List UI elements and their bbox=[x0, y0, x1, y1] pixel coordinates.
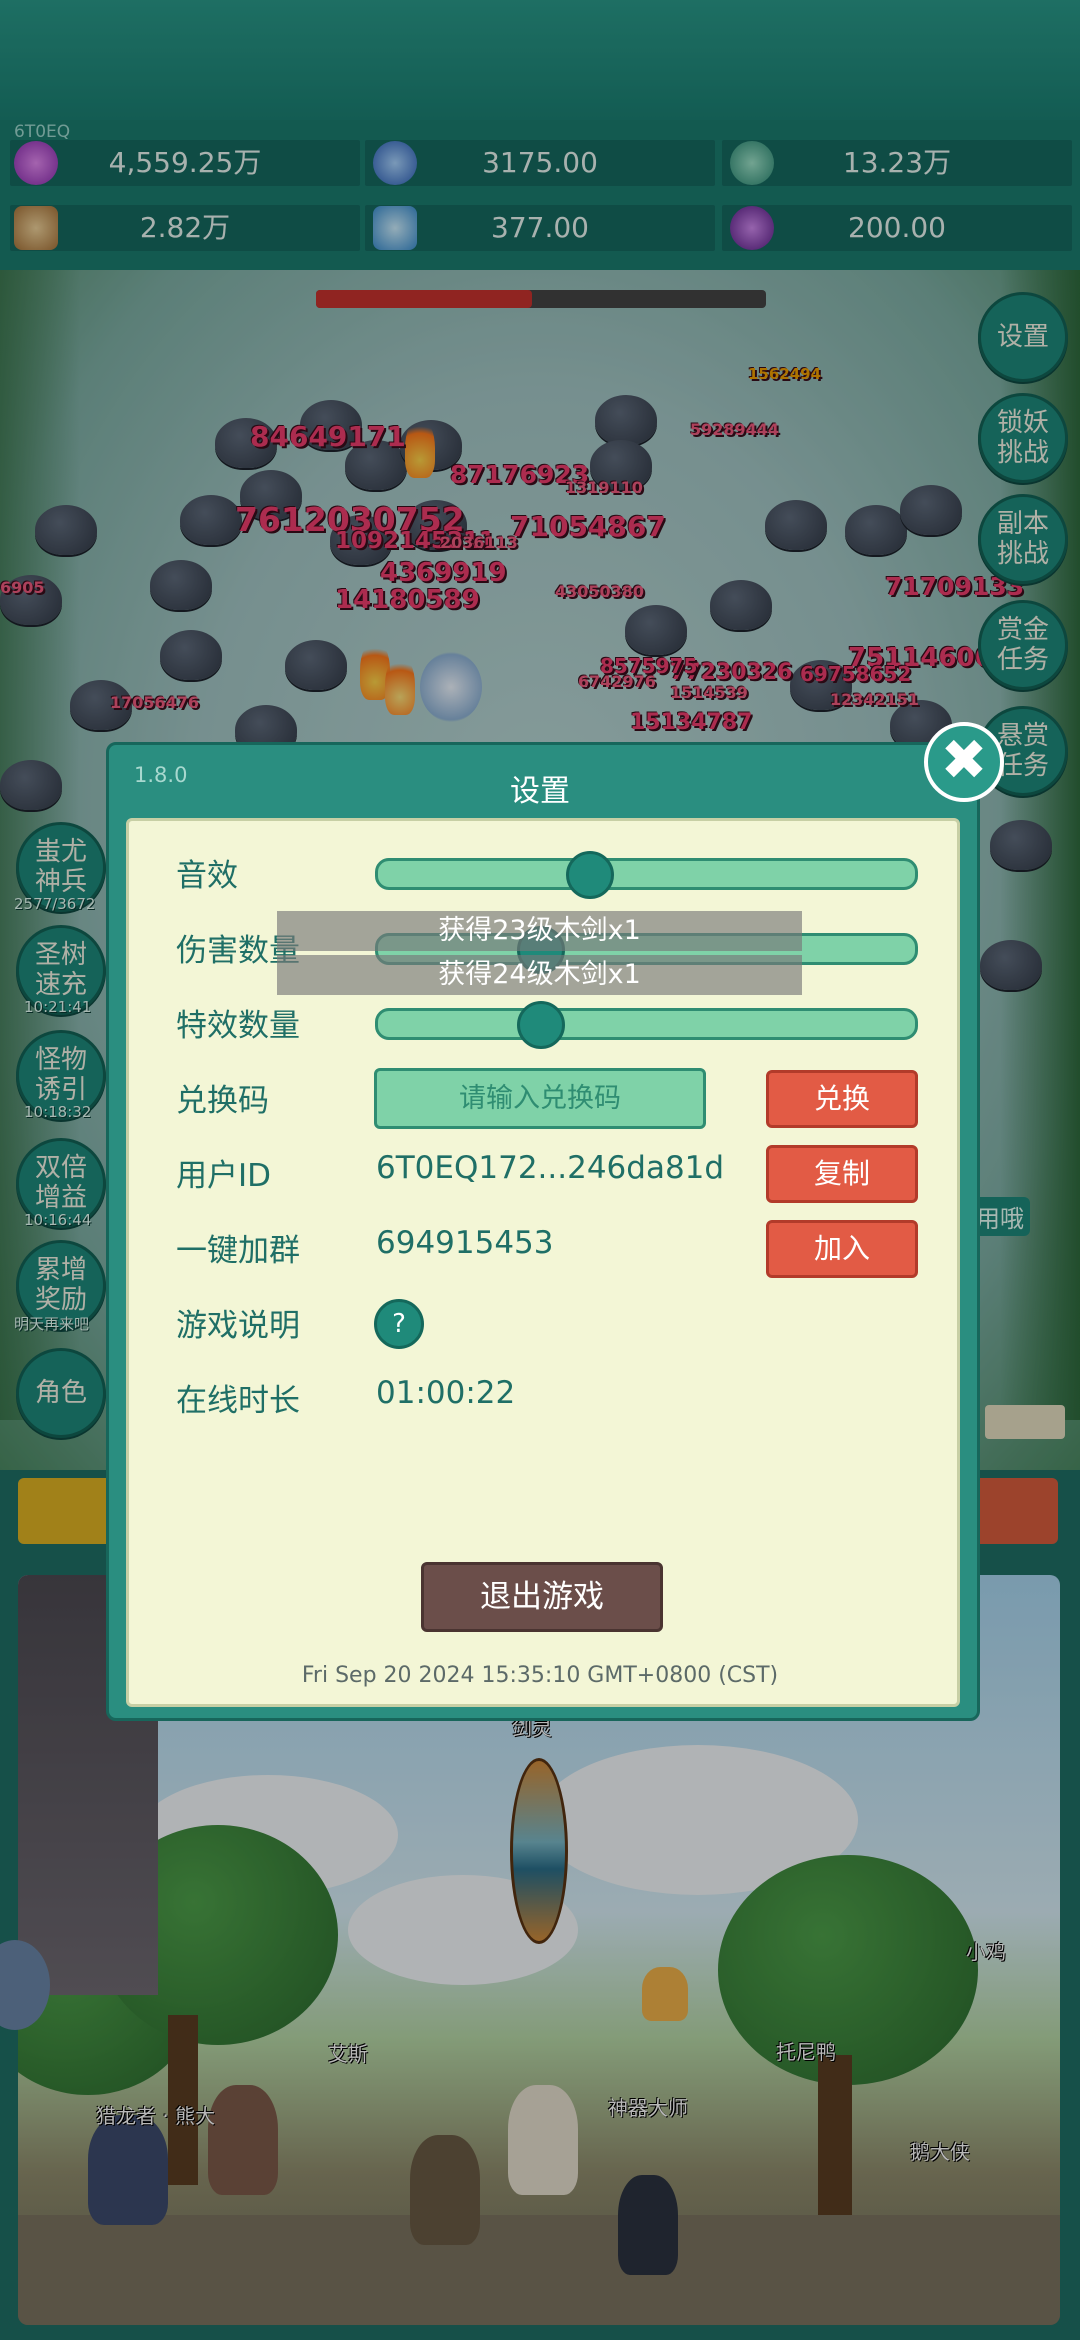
help-button[interactable]: ? bbox=[374, 1299, 424, 1349]
label-redeem: 兑换码 bbox=[176, 1083, 269, 1119]
label-effect-count: 特效数量 bbox=[176, 1008, 300, 1044]
redeem-button[interactable]: 兑换 bbox=[766, 1070, 918, 1128]
timestamp: Fri Sep 20 2024 15:35:10 GMT+0800 (CST) bbox=[301, 1663, 779, 1688]
exit-game-button[interactable]: 退出游戏 bbox=[421, 1562, 663, 1632]
dialog-title: 设置 bbox=[510, 774, 570, 809]
close-icon: ✖ bbox=[940, 728, 988, 793]
toast-message: 获得24级木剑x1 bbox=[277, 955, 802, 995]
copy-button[interactable]: 复制 bbox=[766, 1145, 918, 1203]
close-button[interactable]: ✖ bbox=[924, 722, 1004, 802]
redeem-code-input[interactable]: 请输入兑换码 bbox=[374, 1068, 706, 1129]
join-button[interactable]: 加入 bbox=[766, 1220, 918, 1278]
label-online-time: 在线时长 bbox=[176, 1383, 300, 1419]
effect-count-slider[interactable] bbox=[375, 1001, 918, 1049]
sound-slider-knob[interactable] bbox=[566, 851, 615, 899]
question-icon: ? bbox=[392, 1309, 406, 1339]
user-id-value: 6T0EQ172...246da81d bbox=[376, 1150, 725, 1186]
online-time-value: 01:00:22 bbox=[376, 1375, 516, 1411]
group-number-value: 694915453 bbox=[376, 1225, 554, 1261]
label-user-id: 用户ID bbox=[176, 1158, 272, 1194]
label-sound: 音效 bbox=[176, 858, 238, 894]
sound-slider[interactable] bbox=[375, 851, 918, 899]
version-label: 1.8.0 bbox=[134, 763, 188, 787]
effect-count-slider-knob[interactable] bbox=[516, 1001, 565, 1049]
toast-message: 获得23级木剑x1 bbox=[277, 911, 802, 951]
label-game-info: 游戏说明 bbox=[176, 1308, 300, 1344]
label-join-group: 一键加群 bbox=[176, 1233, 300, 1269]
